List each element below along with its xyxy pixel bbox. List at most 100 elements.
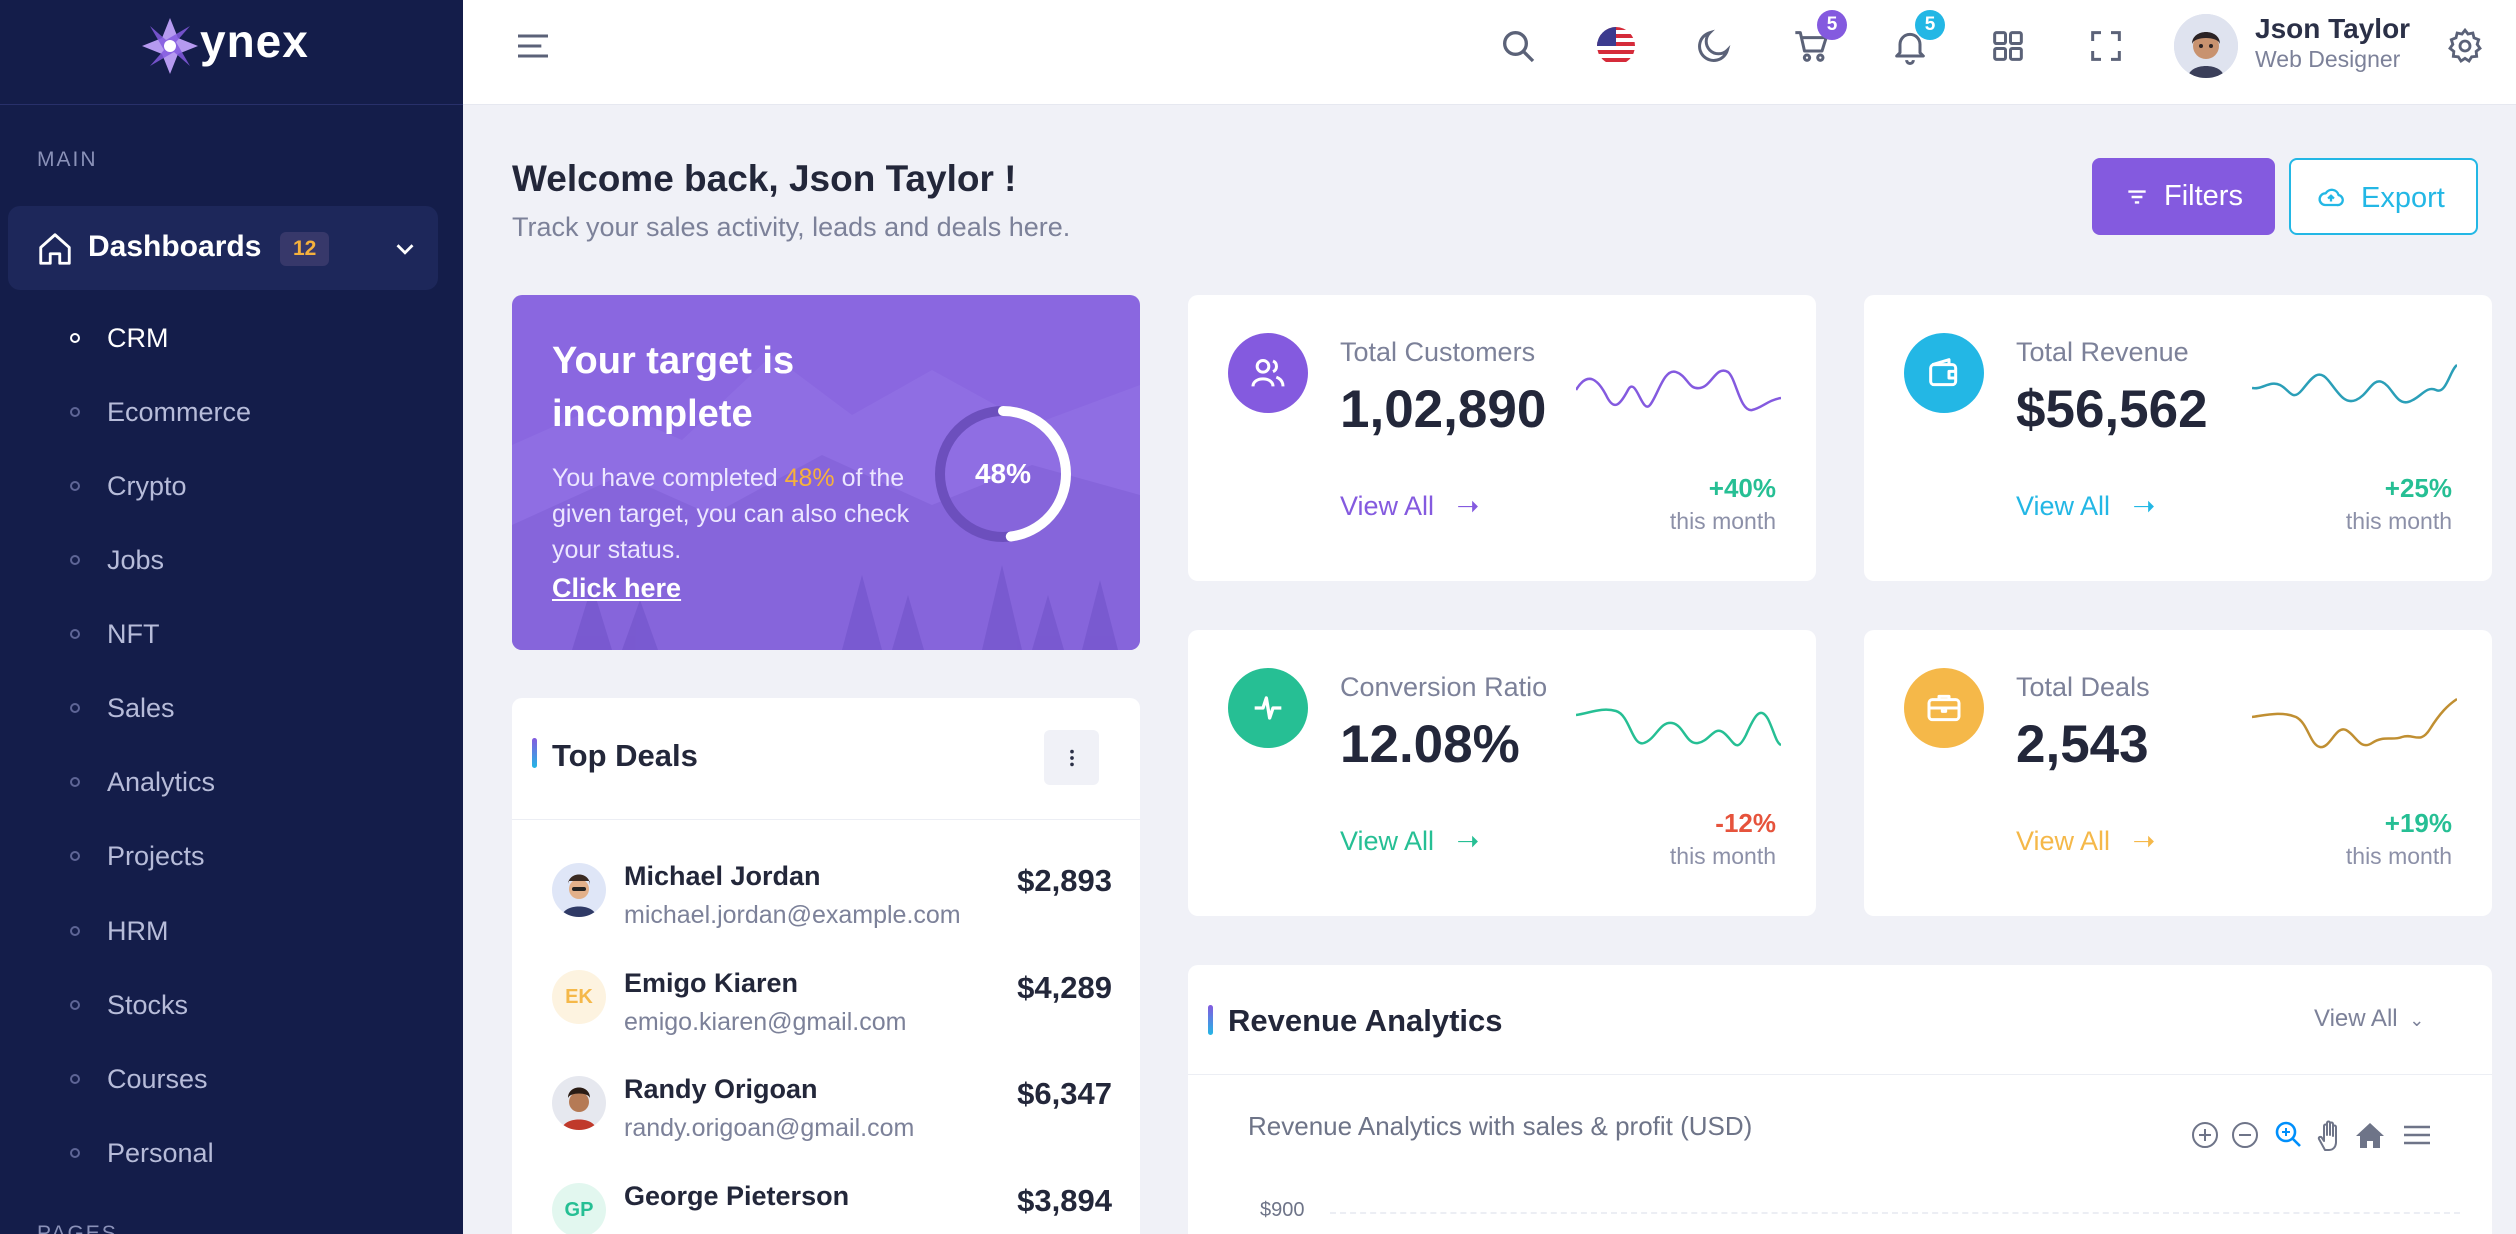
view-all-link[interactable]: View All ➝ xyxy=(1340,826,1479,857)
sidebar-item-courses[interactable]: Courses xyxy=(70,1060,430,1100)
view-all-link[interactable]: View All ➝ xyxy=(1340,491,1479,522)
chart-toolbar xyxy=(2192,1120,2430,1151)
sidebar-item-crypto[interactable]: Crypto xyxy=(70,467,430,507)
sparkline-chart xyxy=(1576,369,1781,412)
bullet-icon xyxy=(70,629,80,639)
pan-hand-icon[interactable] xyxy=(2317,1120,2337,1151)
zoom-in-icon[interactable] xyxy=(2192,1122,2218,1148)
target-title: Your target is incomplete xyxy=(552,340,795,435)
revenue-analytics-card: Revenue Analytics View All ⌄ Revenue Ana… xyxy=(1188,965,2492,1234)
stat-period: this month xyxy=(1669,843,1776,869)
users-icon xyxy=(1251,359,1285,387)
bullet-icon xyxy=(70,777,80,787)
user-name[interactable]: Json Taylor xyxy=(2255,13,2410,45)
stat-label: Total Deals xyxy=(2016,672,2150,702)
logo-text[interactable]: ynex xyxy=(200,14,309,68)
sidebar-item-sales[interactable]: Sales xyxy=(70,689,430,729)
sidebar-logo-area: ynex xyxy=(0,0,463,105)
menu-toggle-icon[interactable] xyxy=(513,26,553,66)
view-all-dropdown[interactable]: View All ⌄ xyxy=(2314,1005,2424,1033)
click-here-link[interactable]: Click here xyxy=(552,573,681,604)
deal-row[interactable]: GP George Pieterson $3,894 xyxy=(552,1181,1112,1234)
view-all-label: View All xyxy=(2314,1005,2398,1032)
filter-icon xyxy=(2128,190,2146,204)
deal-email: randy.origoan@gmail.com xyxy=(624,1114,915,1142)
sparkline-chart xyxy=(2252,363,2457,404)
sidebar-item-projects[interactable]: Projects xyxy=(70,837,430,877)
export-button-label: Export xyxy=(2361,182,2445,214)
notification-count-badge: 5 xyxy=(1915,10,1945,40)
more-options-button[interactable] xyxy=(1044,730,1099,785)
gear-icon[interactable] xyxy=(2445,26,2485,66)
fullscreen-icon[interactable] xyxy=(2086,26,2126,66)
sidebar-item-label: Sales xyxy=(107,693,175,723)
briefcase-icon xyxy=(1927,694,1961,722)
moon-icon[interactable] xyxy=(1694,26,1734,66)
bullet-icon xyxy=(70,926,80,936)
deal-avatar-image xyxy=(562,1087,596,1130)
view-all-link[interactable]: View All ➝ xyxy=(2016,826,2155,857)
stat-icon-circle xyxy=(1904,668,1984,748)
deal-amount: $4,289 xyxy=(1017,970,1112,1005)
sidebar-item-hrm[interactable]: HRM xyxy=(70,912,430,952)
export-button[interactable]: Export xyxy=(2289,158,2478,235)
sidebar-item-analytics[interactable]: Analytics xyxy=(70,763,430,803)
sidebar-item-label: HRM xyxy=(107,916,169,946)
selection-zoom-icon[interactable] xyxy=(2275,1121,2301,1147)
search-icon[interactable] xyxy=(1498,26,1538,66)
page-title: Welcome back, Json Taylor ! xyxy=(512,158,1017,199)
sidebar-item-crm[interactable]: CRM xyxy=(70,319,430,359)
bullet-icon xyxy=(70,1000,80,1010)
sidebar-item-nft[interactable]: NFT xyxy=(70,615,430,655)
sidebar-item-label: Projects xyxy=(107,841,205,871)
deal-name: George Pieterson xyxy=(624,1181,850,1211)
deal-name: Randy Origoan xyxy=(624,1074,818,1104)
sidebar-item-label: Ecommerce xyxy=(107,397,252,427)
pulse-icon xyxy=(1254,696,1282,720)
sidebar-item-label: Jobs xyxy=(107,545,165,575)
target-progress-label: 48% xyxy=(974,458,1032,489)
title-accent-bar xyxy=(532,738,537,768)
deal-name: Michael Jordan xyxy=(624,861,821,891)
bullet-icon xyxy=(70,1148,80,1158)
top-header: 5 5 Json Taylor Web Designer xyxy=(463,0,2516,105)
target-desc-text: You have completed xyxy=(552,464,785,492)
view-all-link[interactable]: View All ➝ xyxy=(2016,491,2155,522)
filters-button[interactable]: Filters xyxy=(2092,158,2275,235)
user-avatar-image xyxy=(2174,14,2238,78)
revenue-analytics-title: Revenue Analytics xyxy=(1228,1003,1503,1038)
deal-amount: $6,347 xyxy=(1017,1076,1112,1111)
bullet-icon xyxy=(70,1074,80,1084)
user-avatar[interactable] xyxy=(2174,14,2238,78)
sidebar-item-dashboards[interactable]: Dashboards 12 xyxy=(8,206,438,290)
sidebar-item-personal[interactable]: Personal xyxy=(70,1134,430,1174)
sidebar-item-label: CRM xyxy=(107,323,169,353)
zoom-out-icon[interactable] xyxy=(2232,1122,2258,1148)
deal-row[interactable]: EK Emigo Kiaren emigo.kiaren@gmail.com $… xyxy=(552,968,1112,1058)
sidebar-item-stocks[interactable]: Stocks xyxy=(70,986,430,1026)
deal-row[interactable]: Randy Origoan randy.origoan@gmail.com $6… xyxy=(552,1074,1112,1164)
sidebar-item-ecommerce[interactable]: Ecommerce xyxy=(70,393,430,433)
sidebar-item-jobs[interactable]: Jobs xyxy=(70,541,430,581)
apps-grid-icon[interactable] xyxy=(1988,26,2028,66)
target-card: Your target is incomplete You have compl… xyxy=(512,295,1140,650)
top-deals-card: Top Deals Michael Jordan michael.jordan@… xyxy=(512,698,1140,1234)
arrow-right-icon: ➝ xyxy=(1441,826,1480,856)
y-axis-tick-label: $900 xyxy=(1260,1199,1305,1221)
sidebar: ynex MAIN Dashboards 12 CRM Ecommerce Cr… xyxy=(0,0,463,1234)
deal-email: michael.jordan@example.com xyxy=(624,901,961,929)
bullet-icon xyxy=(70,333,80,343)
stat-card-total-revenue: Total Revenue $56,562 View All ➝ +25% th… xyxy=(1864,295,2492,581)
view-all-label: View All xyxy=(2016,491,2111,521)
reset-home-icon[interactable] xyxy=(2356,1123,2384,1148)
user-role: Web Designer xyxy=(2255,46,2401,72)
arrow-right-icon: ➝ xyxy=(2117,491,2156,521)
chart-gridline xyxy=(1330,1212,2460,1214)
top-deals-header: Top Deals xyxy=(512,698,1140,820)
chevron-down-icon xyxy=(396,244,414,255)
us-flag-icon[interactable] xyxy=(1596,26,1636,66)
logo-icon[interactable] xyxy=(138,14,202,78)
wallet-icon xyxy=(1929,358,1958,387)
chart-menu-icon[interactable] xyxy=(2404,1125,2430,1145)
deal-row[interactable]: Michael Jordan michael.jordan@example.co… xyxy=(552,861,1112,951)
